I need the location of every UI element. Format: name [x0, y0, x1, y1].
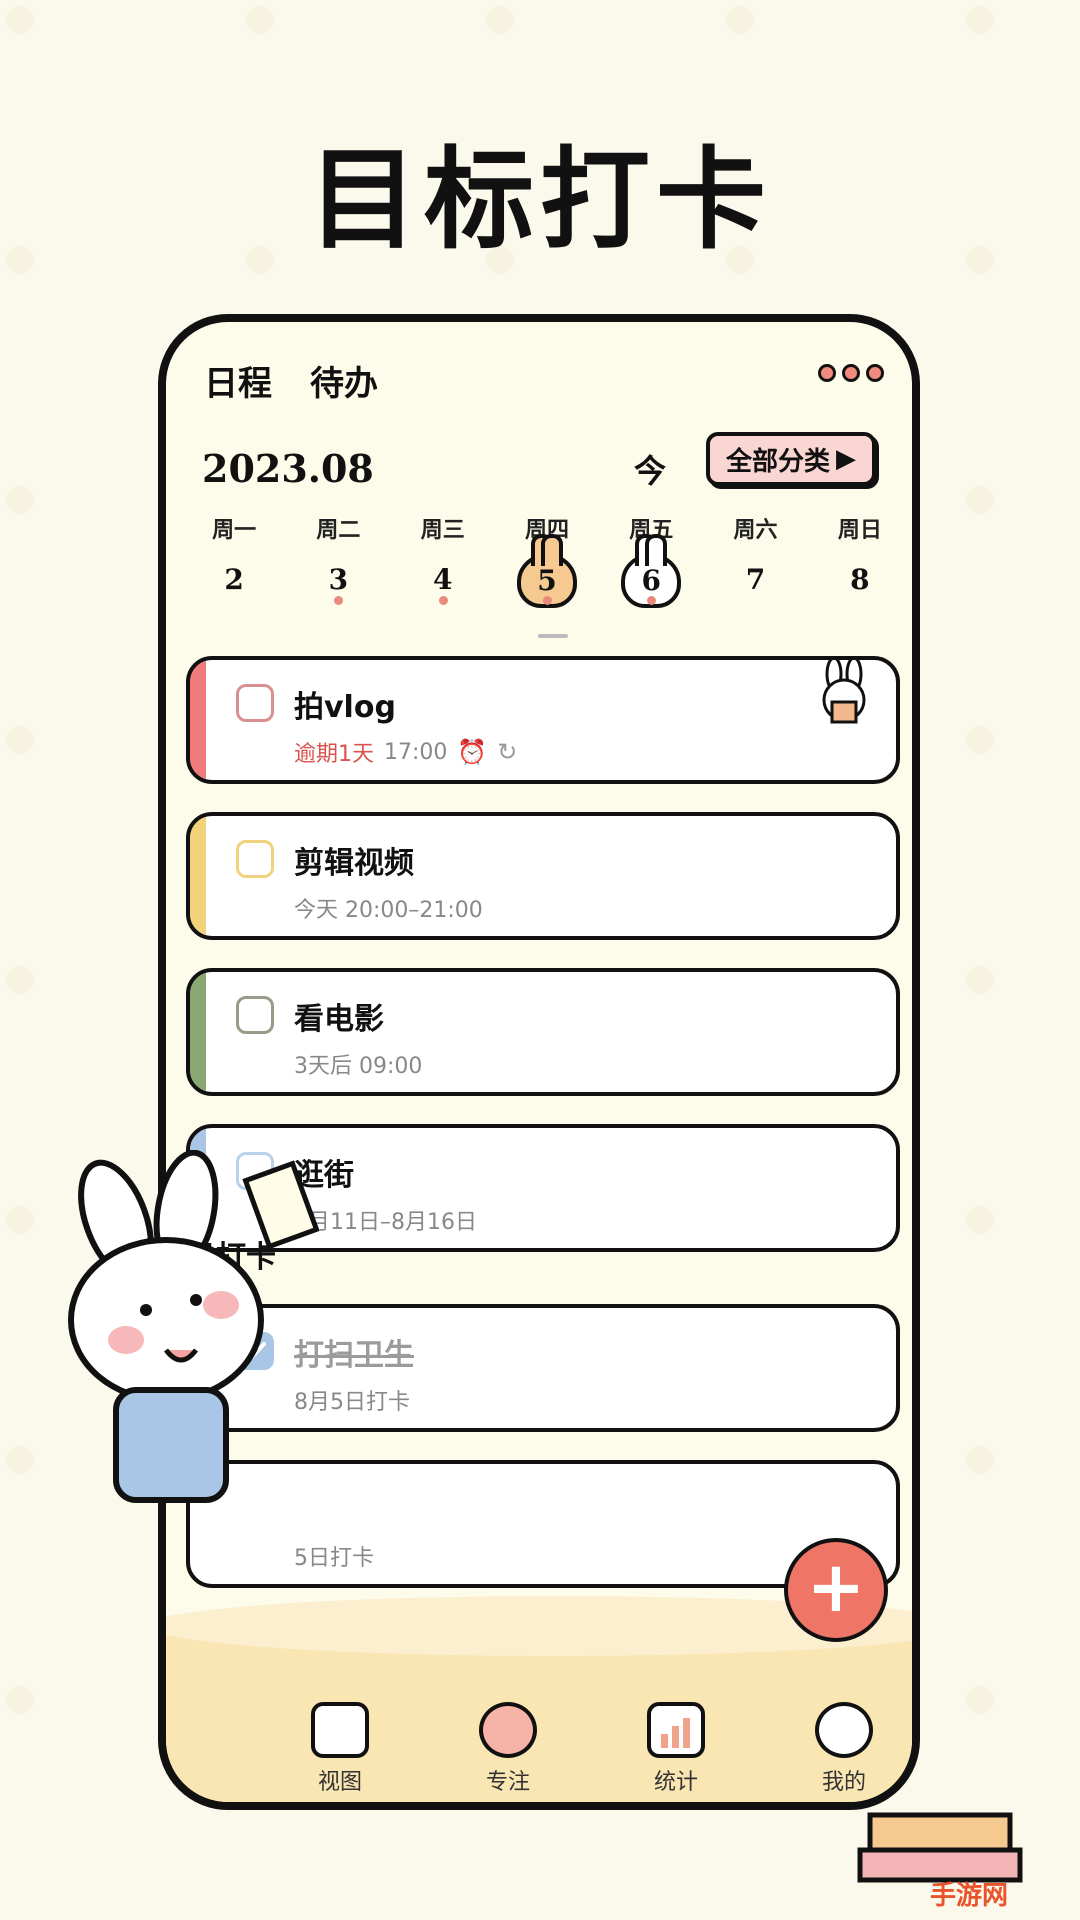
- nav-view[interactable]: 视图: [275, 1702, 405, 1796]
- event-dot: [438, 596, 448, 605]
- headline: 目标打卡: [308, 135, 772, 264]
- weekday-label: 周日: [837, 518, 882, 543]
- task-meta: 逾期1天 17:00 ⏰ ↻: [294, 736, 517, 768]
- weekday-label: 周三: [420, 518, 465, 543]
- task-title: 剪辑视频: [294, 846, 414, 881]
- triangle-right-icon: ▶: [836, 444, 856, 474]
- day-mon[interactable]: 周一 2: [182, 512, 286, 608]
- nav-focus[interactable]: 专注: [443, 1702, 573, 1796]
- day-sun[interactable]: 周日 8: [808, 512, 912, 608]
- task-meta: 今天 20:00–21:00: [294, 892, 483, 924]
- weekday-label: 周二: [316, 518, 361, 543]
- week-strip: 周一 2 周二 3 周三 4 周四 5 周五 6 周六 7 周日 8: [182, 512, 912, 608]
- alarm-clock-icon: [479, 1702, 537, 1758]
- repeat-icon: ↻: [497, 738, 518, 766]
- tab-schedule[interactable]: 日程: [196, 356, 278, 411]
- nav-label: 我的: [821, 1770, 866, 1795]
- day-number: 8: [850, 563, 870, 596]
- bunny-sticker-icon: [822, 660, 866, 724]
- task-checkbox[interactable]: [236, 996, 274, 1034]
- category-stripe: [190, 816, 206, 936]
- add-button[interactable]: +: [784, 1538, 888, 1642]
- nav-me[interactable]: 我的: [779, 1702, 909, 1796]
- task-checkbox[interactable]: [236, 684, 274, 722]
- task-checkbox[interactable]: [236, 840, 274, 878]
- nav-label: 视图: [317, 1770, 362, 1795]
- task-title: 拍vlog: [294, 690, 396, 725]
- bottom-nav: 视图 专注 统计 我的: [166, 1702, 912, 1796]
- today-button[interactable]: 今: [634, 446, 666, 492]
- day-number: 7: [745, 563, 766, 596]
- category-stripe: [190, 660, 206, 780]
- bunny-mascot-illustration: [68, 1150, 320, 1503]
- top-tabs: 日程 待办: [196, 356, 378, 411]
- task-time: 今天 20:00–21:00: [294, 898, 483, 923]
- bunny-avatar-icon: [815, 1702, 873, 1758]
- day-tue[interactable]: 周二 3: [286, 512, 390, 608]
- day-wed[interactable]: 周三 4: [391, 512, 495, 608]
- calendar-icon: [311, 1702, 369, 1758]
- alarm-icon: ⏰: [457, 738, 488, 766]
- task-title: 看电影: [294, 1002, 384, 1037]
- all-categories-button[interactable]: 全部分类 ▶: [706, 432, 876, 486]
- task-meta: 5日打卡: [294, 1540, 374, 1572]
- task-time: 5日打卡: [294, 1546, 374, 1571]
- all-categories-label: 全部分类: [725, 446, 830, 477]
- day-thu[interactable]: 周四 5: [495, 512, 599, 608]
- day-sat[interactable]: 周六 7: [703, 512, 807, 608]
- day-fri[interactable]: 周五 6: [599, 512, 703, 608]
- task-time: 3天后 09:00: [294, 1054, 423, 1079]
- overdue-label: 逾期1天: [294, 742, 374, 767]
- year-month[interactable]: 2023.08: [202, 446, 374, 491]
- watermark: 手游网: [930, 1881, 1009, 1911]
- phone-frame: 日程 待办 2023.08 今 全部分类 ▶ 周一 2 周二 3 周三 4 周四 5 周…: [158, 314, 920, 1810]
- category-stripe: [190, 972, 206, 1092]
- event-dot: [542, 596, 552, 605]
- task-card[interactable]: 剪辑视频 今天 20:00–21:00: [186, 812, 900, 940]
- bar-chart-icon: [647, 1702, 705, 1758]
- nav-stats[interactable]: 统计: [611, 1702, 741, 1796]
- task-card[interactable]: 拍vlog 逾期1天 17:00 ⏰ ↻: [186, 656, 900, 784]
- weekday-label: 周一: [212, 518, 257, 543]
- drag-handle[interactable]: [538, 634, 568, 638]
- task-meta: 3天后 09:00: [294, 1048, 422, 1080]
- tab-todo[interactable]: 待办: [310, 356, 378, 405]
- more-options-icon[interactable]: [818, 364, 884, 382]
- task-card[interactable]: 看电影 3天后 09:00: [186, 968, 900, 1096]
- nav-label: 专注: [485, 1770, 530, 1795]
- day-number: 2: [224, 563, 244, 596]
- nav-label: 统计: [653, 1770, 698, 1795]
- weekday-label: 周六: [733, 518, 778, 543]
- task-time: 17:00: [384, 739, 448, 765]
